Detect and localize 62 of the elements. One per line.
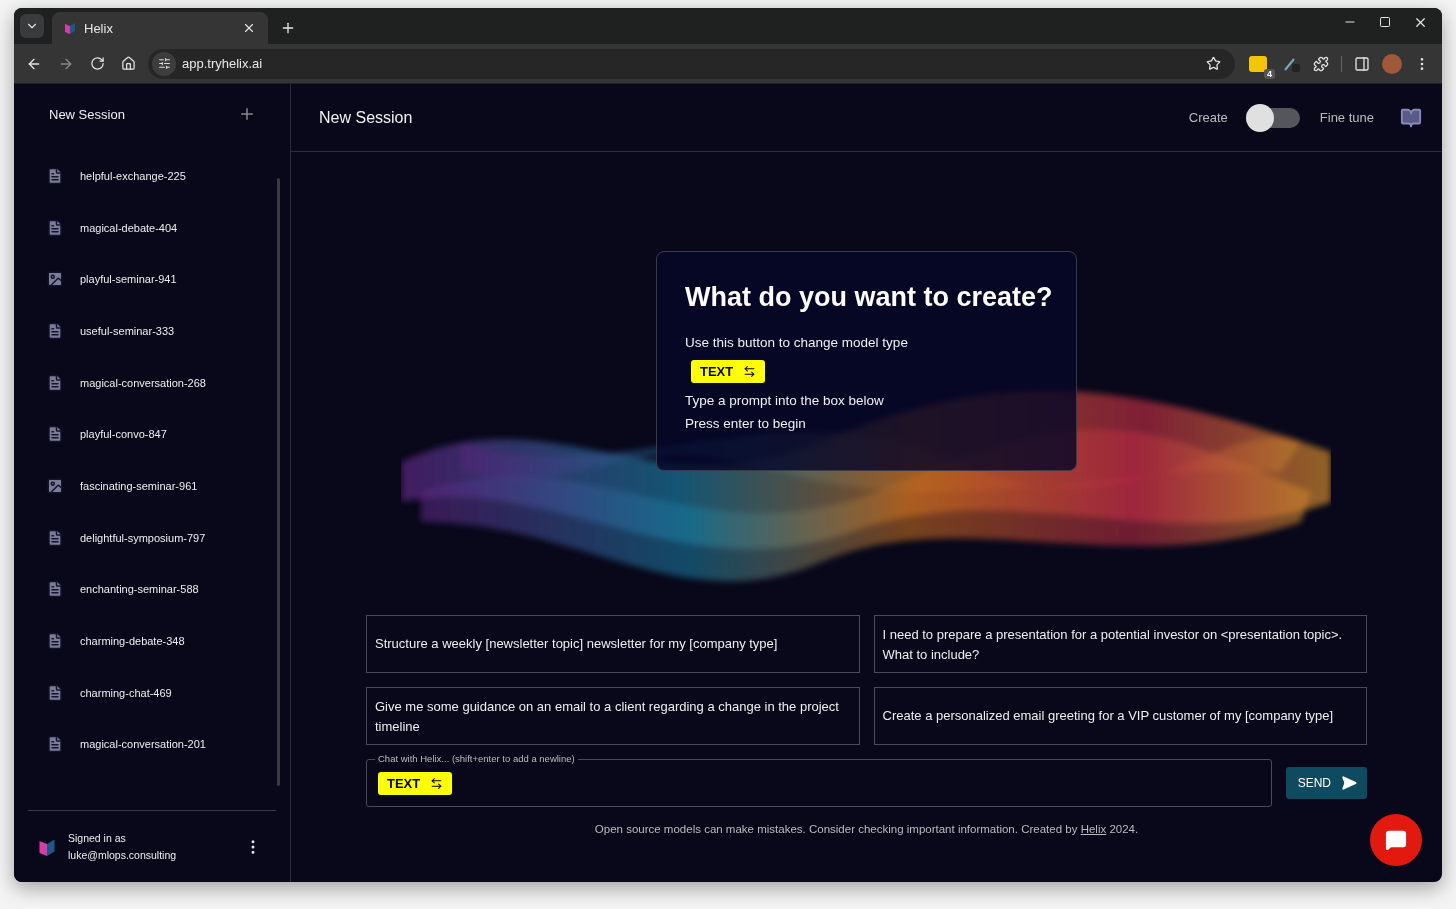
document-icon	[46, 425, 64, 444]
document-icon	[46, 735, 64, 754]
site-settings-icon[interactable]	[152, 51, 176, 76]
helix-link[interactable]: Helix	[1080, 823, 1107, 835]
swap-icon	[430, 776, 444, 790]
chat-bubble-icon	[1385, 829, 1407, 851]
document-icon	[46, 528, 64, 547]
url-text: app.tryhelix.ai	[182, 56, 264, 71]
suggestion-prompt[interactable]: Create a personalized email greeting for a VIP customer of my [company type]	[873, 687, 1367, 745]
fine-tune-label: Fine tune	[1319, 110, 1374, 125]
suggestion-prompt[interactable]: Structure a weekly [newsletter topic] newsletter for my [company type]	[366, 615, 860, 673]
session-item[interactable]: delightful-symposium-797	[80, 531, 206, 544]
sidebar-title: New Session	[49, 106, 125, 122]
browser-tab[interactable]: Helix	[52, 12, 268, 44]
chat-input-label: Chat with Helix... (shift+enter to add a newline)	[375, 753, 578, 764]
document-icon	[46, 632, 64, 651]
session-title: New Session	[319, 108, 414, 127]
create-label: Create	[1188, 110, 1228, 125]
document-icon	[46, 218, 64, 237]
tab-title: Helix	[84, 20, 114, 36]
scrollbar[interactable]	[277, 178, 280, 786]
send-button[interactable]: SEND	[1285, 767, 1367, 799]
session-item[interactable]: charming-chat-469	[80, 686, 172, 699]
extension-badge: 4	[1264, 68, 1275, 79]
document-icon	[46, 373, 64, 392]
image-icon	[46, 476, 64, 495]
session-item[interactable]: magical-conversation-268	[80, 376, 206, 389]
document-icon	[46, 580, 64, 599]
signed-in-label: Signed in as	[68, 832, 127, 844]
instruction-text: Press enter to begin	[685, 416, 806, 431]
switch-thumb[interactable]	[1245, 103, 1274, 132]
swap-icon	[743, 365, 757, 378]
session-item[interactable]: magical-debate-404	[80, 221, 178, 234]
session-item[interactable]: helpful-exchange-225	[80, 169, 186, 182]
session-item[interactable]: charming-debate-348	[80, 635, 185, 648]
instruction-text: Type a prompt into the box below	[685, 393, 884, 408]
disclaimer-text: Open source models can make mistakes. Consider checking important information. Created by Helix 2024.	[594, 823, 1139, 835]
session-item[interactable]: useful-seminar-333	[80, 324, 175, 337]
address-bar[interactable]: app.tryhelix.ai	[148, 48, 1235, 79]
extension-icon[interactable]	[1249, 55, 1267, 72]
user-email: luke@mlops.consulting	[68, 849, 178, 861]
image-icon	[46, 270, 64, 289]
chat-support-button[interactable]	[1370, 814, 1422, 866]
suggestion-prompt[interactable]: Give me some guidance on an email to a client regarding a change in the project timeline	[366, 687, 860, 745]
tab-list-button[interactable]	[20, 14, 44, 38]
suggestion-prompt[interactable]: I need to prepare a presentation for a potential investor on <presentation topic>. What to include?	[873, 615, 1367, 673]
helix-logo-icon	[64, 21, 76, 35]
session-item[interactable]: enchanting-seminar-588	[80, 583, 199, 596]
mode-switch[interactable]	[1245, 103, 1302, 132]
session-item[interactable]: fascinating-seminar-961	[80, 479, 198, 492]
send-icon	[1341, 775, 1357, 791]
session-item[interactable]: playful-convo-847	[80, 428, 167, 441]
book-icon[interactable]	[1400, 106, 1422, 129]
document-icon	[46, 683, 64, 702]
instruction-text: Use this button to change model type	[685, 335, 908, 350]
session-item[interactable]: playful-seminar-941	[80, 273, 177, 286]
intro-heading: What do you want to create?	[685, 282, 1053, 313]
document-icon	[46, 321, 64, 340]
session-item[interactable]: magical-conversation-201	[80, 738, 206, 751]
model-type-button[interactable]: TEXT	[378, 771, 453, 795]
model-type-button[interactable]: TEXT	[691, 360, 766, 383]
document-icon	[46, 166, 64, 185]
